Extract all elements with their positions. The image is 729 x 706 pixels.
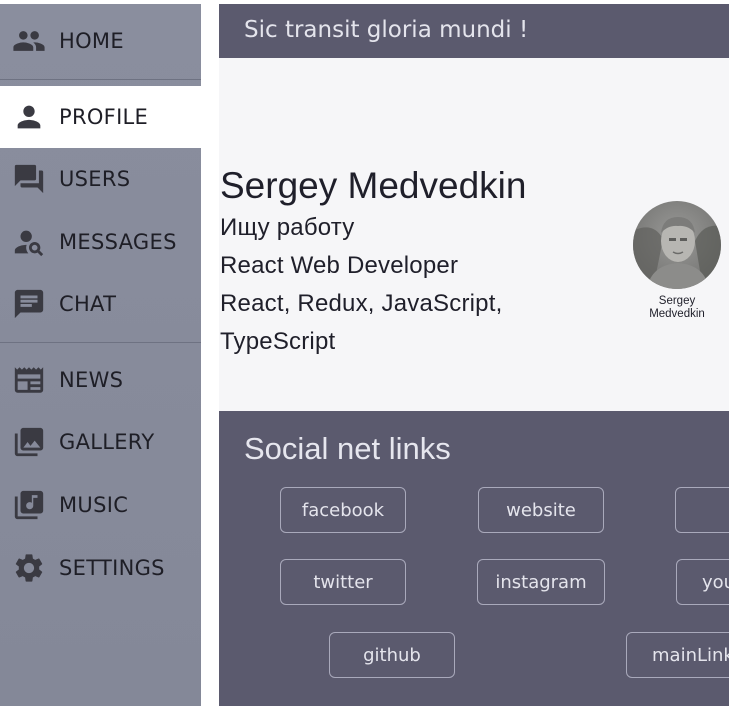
profile-name: Sergey Medvedkin <box>220 165 527 206</box>
github-link-button[interactable]: github <box>329 632 455 678</box>
sidebar-item-label: HOME <box>59 29 124 53</box>
sidebar-item-music[interactable]: MUSIC <box>0 474 201 536</box>
avatar <box>633 201 721 289</box>
gear-icon <box>12 551 46 585</box>
chat-icon <box>12 287 46 321</box>
photo-library-icon <box>12 425 46 459</box>
newspaper-icon <box>12 363 46 397</box>
people-icon <box>12 24 46 58</box>
sidebar-item-chat[interactable]: CHAT <box>0 273 201 335</box>
instagram-link-button[interactable]: instagram <box>477 559 605 605</box>
sidebar-item-label: SETTINGS <box>59 556 165 580</box>
profile-job-title: React Web Developer <box>220 252 459 279</box>
avatar-caption-last-name: Medvedkin <box>649 308 705 320</box>
profile-section: Sergey Medvedkin Ищу работу React Web De… <box>219 58 729 411</box>
avatar-caption: Sergey Medvedkin <box>623 295 729 321</box>
header: Sic transit gloria mundi ! <box>219 4 729 58</box>
sidebar-item-label: CHAT <box>59 292 117 316</box>
sidebar-item-label: PROFILE <box>59 105 149 129</box>
twitter-link-button[interactable]: twitter <box>280 559 406 605</box>
sidebar: HOME PROFILE USERS MESSAGES CHAT NEWS GA… <box>0 4 201 706</box>
facebook-link-button[interactable]: facebook <box>280 487 406 533</box>
sidebar-item-profile[interactable]: PROFILE <box>0 86 201 148</box>
person-icon <box>12 100 46 134</box>
mainlink-link-button[interactable]: mainLink <box>626 632 729 678</box>
sidebar-item-label: NEWS <box>59 368 124 392</box>
sidebar-item-label: MUSIC <box>59 493 129 517</box>
sidebar-item-users[interactable]: USERS <box>0 148 201 210</box>
sidebar-item-gallery[interactable]: GALLERY <box>0 411 201 473</box>
sidebar-item-settings[interactable]: SETTINGS <box>0 537 201 599</box>
youtube-link-button[interactable]: you <box>676 559 729 605</box>
sidebar-item-home[interactable]: HOME <box>0 10 201 72</box>
sidebar-divider <box>0 342 201 343</box>
sidebar-item-label: USERS <box>59 167 131 191</box>
sidebar-item-news[interactable]: NEWS <box>0 349 201 411</box>
profile-skills: React, Redux, JavaScript, <box>220 290 503 317</box>
sidebar-item-label: MESSAGES <box>59 230 177 254</box>
header-title: Sic transit gloria mundi ! <box>244 17 529 43</box>
forum-icon <box>12 162 46 196</box>
website-link-button[interactable]: website <box>478 487 604 533</box>
person-search-icon <box>12 225 46 259</box>
social-links-title: Social net links <box>244 431 451 466</box>
music-library-icon <box>12 488 46 522</box>
avatar-caption-first-name: Sergey <box>658 295 696 307</box>
link-button[interactable] <box>675 487 729 533</box>
profile-skills-continued: TypeScript <box>220 328 336 355</box>
social-links-section: Social net links facebook website twitte… <box>219 411 729 706</box>
sidebar-divider <box>0 79 201 80</box>
sidebar-item-label: GALLERY <box>59 430 155 454</box>
profile-status: Ищу работу <box>220 214 355 241</box>
sidebar-item-messages[interactable]: MESSAGES <box>0 211 201 273</box>
